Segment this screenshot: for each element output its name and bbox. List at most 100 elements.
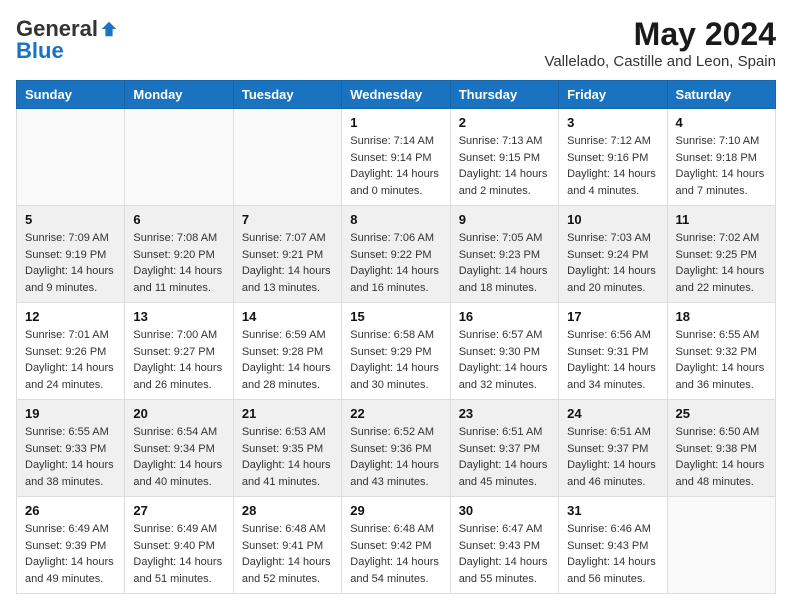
calendar-cell: 22Sunrise: 6:52 AMSunset: 9:36 PMDayligh…: [342, 400, 450, 497]
calendar-cell: 17Sunrise: 6:56 AMSunset: 9:31 PMDayligh…: [559, 303, 667, 400]
daylight-text: Daylight: 14 hours and 7 minutes.: [676, 166, 767, 199]
day-info: Sunrise: 6:55 AMSunset: 9:33 PMDaylight:…: [25, 424, 116, 490]
sunrise-text: Sunrise: 7:10 AM: [676, 133, 767, 150]
day-info: Sunrise: 6:47 AMSunset: 9:43 PMDaylight:…: [459, 521, 550, 587]
column-header-wednesday: Wednesday: [342, 81, 450, 109]
day-info: Sunrise: 6:57 AMSunset: 9:30 PMDaylight:…: [459, 327, 550, 393]
calendar-cell: 16Sunrise: 6:57 AMSunset: 9:30 PMDayligh…: [450, 303, 558, 400]
day-number: 18: [676, 309, 767, 324]
sunrise-text: Sunrise: 7:03 AM: [567, 230, 658, 247]
day-info: Sunrise: 6:55 AMSunset: 9:32 PMDaylight:…: [676, 327, 767, 393]
calendar-cell: [233, 109, 341, 206]
page-header: General Blue May 2024 Vallelado, Castill…: [16, 16, 776, 70]
day-number: 10: [567, 212, 658, 227]
sunrise-text: Sunrise: 7:08 AM: [133, 230, 224, 247]
sunset-text: Sunset: 9:23 PM: [459, 247, 550, 264]
day-number: 7: [242, 212, 333, 227]
day-info: Sunrise: 7:01 AMSunset: 9:26 PMDaylight:…: [25, 327, 116, 393]
calendar-cell: 26Sunrise: 6:49 AMSunset: 9:39 PMDayligh…: [17, 497, 125, 594]
calendar-week-row: 5Sunrise: 7:09 AMSunset: 9:19 PMDaylight…: [17, 206, 776, 303]
day-info: Sunrise: 6:46 AMSunset: 9:43 PMDaylight:…: [567, 521, 658, 587]
day-number: 17: [567, 309, 658, 324]
daylight-text: Daylight: 14 hours and 28 minutes.: [242, 360, 333, 393]
sunrise-text: Sunrise: 7:06 AM: [350, 230, 441, 247]
day-info: Sunrise: 6:51 AMSunset: 9:37 PMDaylight:…: [567, 424, 658, 490]
sunset-text: Sunset: 9:42 PM: [350, 538, 441, 555]
sunset-text: Sunset: 9:34 PM: [133, 441, 224, 458]
sunset-text: Sunset: 9:19 PM: [25, 247, 116, 264]
sunrise-text: Sunrise: 7:00 AM: [133, 327, 224, 344]
calendar-cell: 27Sunrise: 6:49 AMSunset: 9:40 PMDayligh…: [125, 497, 233, 594]
calendar-cell: 28Sunrise: 6:48 AMSunset: 9:41 PMDayligh…: [233, 497, 341, 594]
calendar-cell: 8Sunrise: 7:06 AMSunset: 9:22 PMDaylight…: [342, 206, 450, 303]
calendar-cell: 9Sunrise: 7:05 AMSunset: 9:23 PMDaylight…: [450, 206, 558, 303]
daylight-text: Daylight: 14 hours and 32 minutes.: [459, 360, 550, 393]
daylight-text: Daylight: 14 hours and 51 minutes.: [133, 554, 224, 587]
sunset-text: Sunset: 9:29 PM: [350, 344, 441, 361]
sunset-text: Sunset: 9:36 PM: [350, 441, 441, 458]
calendar-week-row: 1Sunrise: 7:14 AMSunset: 9:14 PMDaylight…: [17, 109, 776, 206]
sunset-text: Sunset: 9:16 PM: [567, 150, 658, 167]
day-number: 29: [350, 503, 441, 518]
daylight-text: Daylight: 14 hours and 41 minutes.: [242, 457, 333, 490]
sunset-text: Sunset: 9:14 PM: [350, 150, 441, 167]
day-info: Sunrise: 7:03 AMSunset: 9:24 PMDaylight:…: [567, 230, 658, 296]
sunrise-text: Sunrise: 7:12 AM: [567, 133, 658, 150]
day-number: 24: [567, 406, 658, 421]
calendar-cell: [17, 109, 125, 206]
calendar-cell: 2Sunrise: 7:13 AMSunset: 9:15 PMDaylight…: [450, 109, 558, 206]
calendar-week-row: 12Sunrise: 7:01 AMSunset: 9:26 PMDayligh…: [17, 303, 776, 400]
logo-blue-text: Blue: [16, 38, 64, 64]
sunrise-text: Sunrise: 6:48 AM: [242, 521, 333, 538]
sunset-text: Sunset: 9:30 PM: [459, 344, 550, 361]
sunrise-text: Sunrise: 6:51 AM: [567, 424, 658, 441]
calendar-table: SundayMondayTuesdayWednesdayThursdayFrid…: [16, 80, 776, 594]
sunrise-text: Sunrise: 6:59 AM: [242, 327, 333, 344]
sunrise-text: Sunrise: 6:48 AM: [350, 521, 441, 538]
calendar-week-row: 26Sunrise: 6:49 AMSunset: 9:39 PMDayligh…: [17, 497, 776, 594]
day-number: 1: [350, 115, 441, 130]
daylight-text: Daylight: 14 hours and 18 minutes.: [459, 263, 550, 296]
sunset-text: Sunset: 9:39 PM: [25, 538, 116, 555]
day-info: Sunrise: 6:50 AMSunset: 9:38 PMDaylight:…: [676, 424, 767, 490]
sunset-text: Sunset: 9:35 PM: [242, 441, 333, 458]
sunset-text: Sunset: 9:18 PM: [676, 150, 767, 167]
daylight-text: Daylight: 14 hours and 56 minutes.: [567, 554, 658, 587]
sunset-text: Sunset: 9:41 PM: [242, 538, 333, 555]
day-info: Sunrise: 6:52 AMSunset: 9:36 PMDaylight:…: [350, 424, 441, 490]
sunset-text: Sunset: 9:26 PM: [25, 344, 116, 361]
calendar-cell: 11Sunrise: 7:02 AMSunset: 9:25 PMDayligh…: [667, 206, 775, 303]
daylight-text: Daylight: 14 hours and 36 minutes.: [676, 360, 767, 393]
day-number: 3: [567, 115, 658, 130]
sunrise-text: Sunrise: 7:09 AM: [25, 230, 116, 247]
calendar-cell: 25Sunrise: 6:50 AMSunset: 9:38 PMDayligh…: [667, 400, 775, 497]
calendar-cell: 23Sunrise: 6:51 AMSunset: 9:37 PMDayligh…: [450, 400, 558, 497]
sunset-text: Sunset: 9:22 PM: [350, 247, 441, 264]
daylight-text: Daylight: 14 hours and 13 minutes.: [242, 263, 333, 296]
sunset-text: Sunset: 9:38 PM: [676, 441, 767, 458]
day-info: Sunrise: 6:49 AMSunset: 9:39 PMDaylight:…: [25, 521, 116, 587]
day-number: 11: [676, 212, 767, 227]
day-info: Sunrise: 6:54 AMSunset: 9:34 PMDaylight:…: [133, 424, 224, 490]
sunset-text: Sunset: 9:25 PM: [676, 247, 767, 264]
calendar-cell: 4Sunrise: 7:10 AMSunset: 9:18 PMDaylight…: [667, 109, 775, 206]
sunrise-text: Sunrise: 7:13 AM: [459, 133, 550, 150]
daylight-text: Daylight: 14 hours and 34 minutes.: [567, 360, 658, 393]
sunrise-text: Sunrise: 6:54 AM: [133, 424, 224, 441]
logo: General Blue: [16, 16, 118, 64]
day-number: 15: [350, 309, 441, 324]
day-info: Sunrise: 7:09 AMSunset: 9:19 PMDaylight:…: [25, 230, 116, 296]
sunrise-text: Sunrise: 6:55 AM: [25, 424, 116, 441]
calendar-cell: 30Sunrise: 6:47 AMSunset: 9:43 PMDayligh…: [450, 497, 558, 594]
day-number: 2: [459, 115, 550, 130]
column-header-monday: Monday: [125, 81, 233, 109]
daylight-text: Daylight: 14 hours and 40 minutes.: [133, 457, 224, 490]
month-year-title: May 2024: [544, 16, 776, 53]
daylight-text: Daylight: 14 hours and 45 minutes.: [459, 457, 550, 490]
sunrise-text: Sunrise: 6:46 AM: [567, 521, 658, 538]
calendar-cell: 5Sunrise: 7:09 AMSunset: 9:19 PMDaylight…: [17, 206, 125, 303]
day-number: 28: [242, 503, 333, 518]
sunset-text: Sunset: 9:31 PM: [567, 344, 658, 361]
sunset-text: Sunset: 9:40 PM: [133, 538, 224, 555]
calendar-cell: 6Sunrise: 7:08 AMSunset: 9:20 PMDaylight…: [125, 206, 233, 303]
